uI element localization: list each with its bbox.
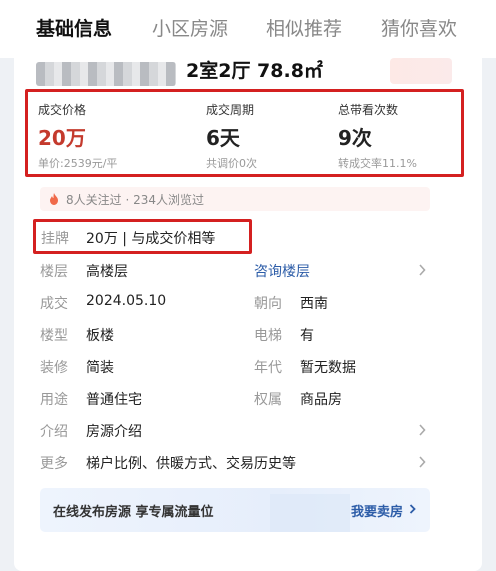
chevron-right-icon[interactable] [418,456,426,468]
more-value[interactable]: 梯户比例、供暖方式、交易历史等 [86,453,296,473]
deal-date-value: 2024.05.10 [86,293,167,309]
tab-community-listings[interactable]: 小区房源 [152,14,228,41]
building-type-label: 楼型 [40,328,68,344]
orientation-label: 朝向 [254,296,282,312]
deal-cycle-label: 成交周期 [206,103,255,117]
blurred-community-name [36,62,176,86]
chevron-right-icon[interactable] [418,264,426,276]
viewing-count-value: 9次 [338,126,372,150]
house-title: 2室2厅 78.8㎡ [186,60,323,82]
decoration-label: 装修 [40,360,68,376]
consult-floor-link[interactable]: 咨询楼层 [254,261,310,281]
listing-price: 挂牌 20万 | 与成交价相等 [33,219,252,254]
tab-similar-recommendations[interactable]: 相似推荐 [266,14,342,41]
conversion-rate: 转成交率11.1% [338,157,417,170]
year-label: 年代 [254,360,282,376]
viewing-count-label: 总带看次数 [338,103,399,117]
attention-text: 8人关注过 · 234人浏览过 [66,193,204,207]
year-value: 暂无数据 [300,360,356,376]
sell-house-banner[interactable]: 在线发布房源 享专属流量位 我要卖房 [40,488,430,532]
banner-text: 在线发布房源 享专属流量位 [53,505,214,520]
intro-value[interactable]: 房源介绍 [86,421,142,441]
floor-label: 楼层 [40,264,68,280]
listing-label: 挂牌 [41,231,69,247]
attention-bar: 8人关注过 · 234人浏览过 [40,187,430,211]
elevator-value: 有 [300,328,314,344]
ownership-label: 权属 [254,392,282,408]
deal-price-value: 20万 [38,126,86,150]
chevron-right-icon[interactable] [418,424,426,436]
deal-summary: 成交价格 20万 单价:2539元/平 成交周期 6天 共调价0次 总带看次数 … [25,89,464,177]
decoration-value: 简装 [86,360,114,376]
banner-decoration [270,494,350,532]
fire-icon [50,193,58,205]
blurred-badge [390,58,452,84]
deal-cycle-value: 6天 [206,126,240,150]
orientation-value: 西南 [300,296,328,312]
listing-value: 20万 | 与成交价相等 [86,231,216,247]
sell-house-link[interactable]: 我要卖房 [351,501,403,520]
ownership-value: 商品房 [300,392,342,408]
deal-date-label: 成交 [40,296,68,312]
unit-price: 单价:2539元/平 [38,157,118,170]
deal-price-label: 成交价格 [38,103,87,117]
building-type-value: 板楼 [86,328,114,344]
deal-price: 成交价格 20万 单价:2539元/平 [38,101,117,171]
usage-label: 用途 [40,392,68,408]
price-adjust-count: 共调价0次 [206,157,257,170]
more-label: 更多 [40,456,68,472]
chevron-right-icon[interactable] [409,504,416,514]
floor-value: 高楼层 [86,264,128,280]
viewing-count: 总带看次数 9次 转成交率11.1% [338,101,417,171]
deal-cycle: 成交周期 6天 共调价0次 [206,101,257,171]
tab-guess-you-like[interactable]: 猜你喜欢 [381,14,457,41]
elevator-label: 电梯 [254,328,282,344]
tab-basic-info[interactable]: 基础信息 [36,14,112,41]
intro-label: 介绍 [40,424,68,440]
usage-value: 普通住宅 [86,392,142,408]
